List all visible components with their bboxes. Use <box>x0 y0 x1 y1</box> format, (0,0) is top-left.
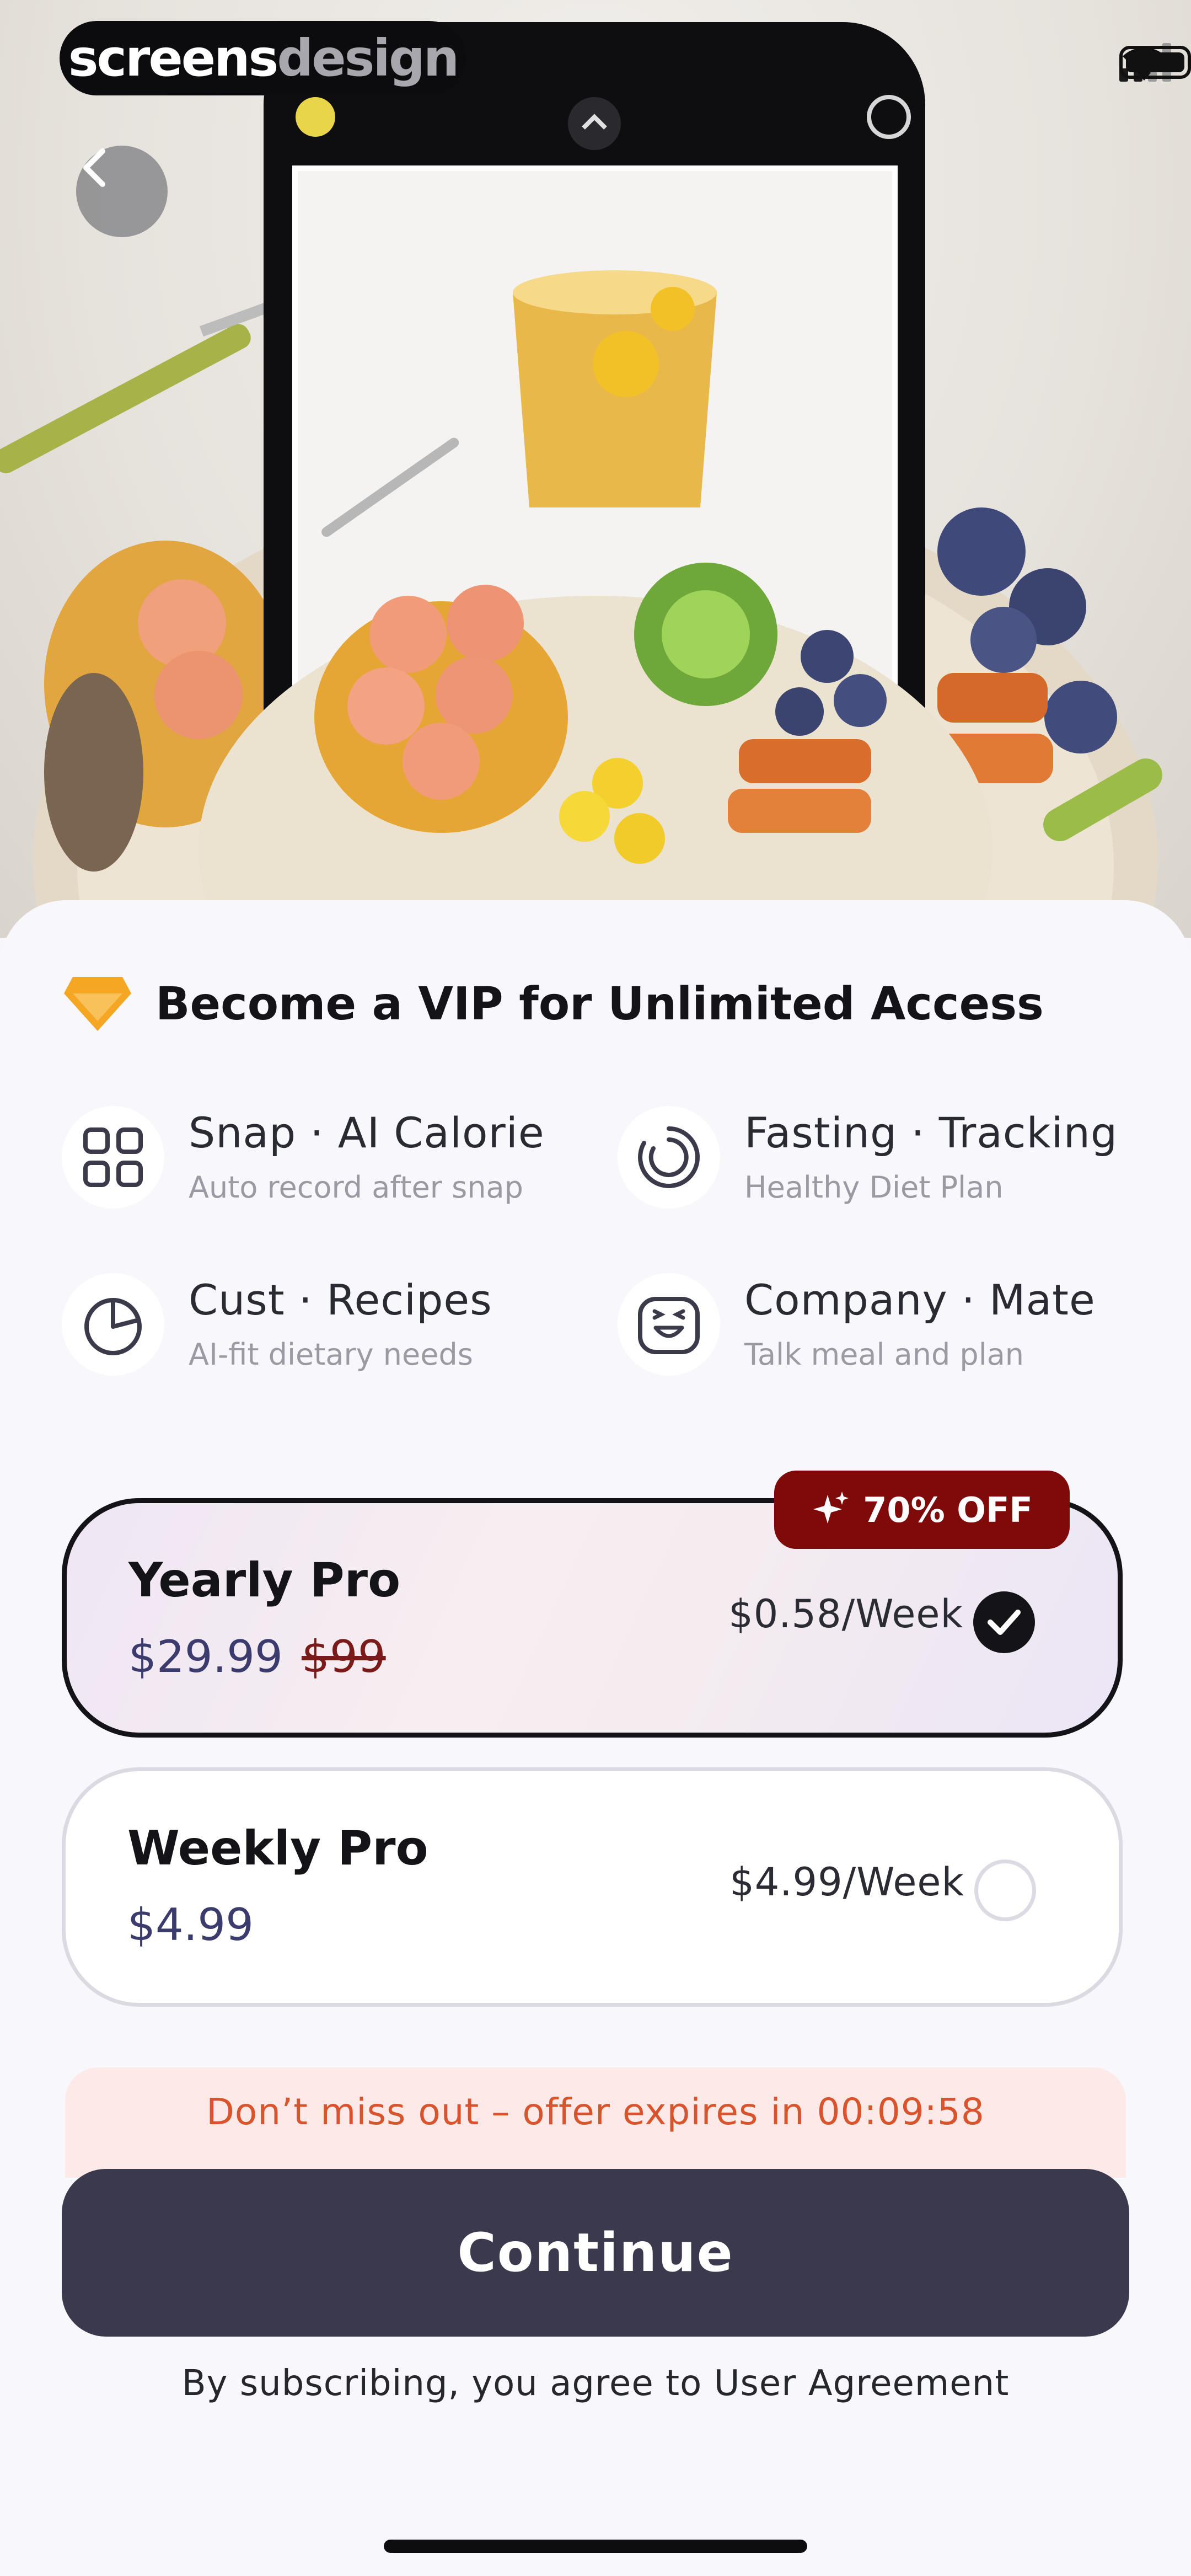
plan-weekly-rate: $4.99/Week <box>729 1859 964 1905</box>
feature-subtitle: Auto record after snap <box>189 1170 523 1205</box>
discount-badge: 70% OFF <box>774 1471 1070 1549</box>
offer-countdown-banner: Don’t miss out – offer expires in 00:09:… <box>65 2067 1126 2178</box>
unselected-radio-icon[interactable] <box>974 1859 1036 1921</box>
plan-name: Weekly Pro <box>127 1821 428 1876</box>
smiley-face-icon <box>618 1273 720 1376</box>
screensdesign-watermark: screens design <box>60 21 466 95</box>
plan-weekly-rate: $0.58/Week <box>728 1591 963 1637</box>
progress-ring-icon <box>618 1106 720 1209</box>
plan-current-price: $29.99 <box>128 1631 283 1682</box>
plan-name: Yearly Pro <box>128 1553 401 1608</box>
back-button[interactable] <box>76 146 168 237</box>
chevron-left-icon <box>83 148 105 187</box>
feature-custom-recipes: Cust · Recipes AI-fit dietary needs <box>62 1273 580 1383</box>
feature-subtitle: Healthy Diet Plan <box>744 1170 1004 1205</box>
plan-price: $29.99 $99 <box>128 1631 386 1682</box>
feature-title: Company · Mate <box>744 1275 1096 1324</box>
food-illustration <box>0 22 1162 938</box>
home-indicator <box>384 2540 807 2553</box>
feature-snap-calorie: Snap · AI Calorie Auto record after snap <box>62 1106 580 1216</box>
feature-company-mate: Company · Mate Talk meal and plan <box>618 1273 1136 1383</box>
plan-weekly-card[interactable]: Weekly Pro $4.99 $4.99/Week <box>62 1767 1123 2007</box>
watermark-text-1: screens <box>68 29 279 88</box>
feature-subtitle: AI-fit dietary needs <box>189 1337 473 1372</box>
badge-text: 70% OFF <box>863 1489 1033 1530</box>
plan-old-price: $99 <box>301 1631 386 1682</box>
vip-header: Become a VIP for Unlimited Access <box>62 968 1044 1040</box>
feature-title: Snap · AI Calorie <box>189 1108 545 1157</box>
plan-price: $4.99 <box>127 1899 254 1950</box>
feature-subtitle: Talk meal and plan <box>744 1337 1024 1372</box>
hero-food-image: screens design <box>0 0 1191 938</box>
scan-grid-icon <box>62 1106 164 1209</box>
battery-icon <box>1119 46 1191 79</box>
feature-title: Cust · Recipes <box>189 1275 492 1324</box>
page-title: Become a VIP for Unlimited Access <box>155 977 1044 1030</box>
watermark-text-2: design <box>277 29 459 88</box>
continue-button[interactable]: Continue <box>62 2169 1129 2337</box>
sparkle-icon <box>813 1492 849 1524</box>
diamond-icon <box>64 977 131 1031</box>
feature-title: Fasting · Tracking <box>744 1108 1118 1157</box>
pie-chart-icon <box>62 1273 164 1376</box>
feature-fasting-tracking: Fasting · Tracking Healthy Diet Plan <box>618 1106 1136 1216</box>
user-agreement-link[interactable]: By subscribing, you agree to User Agreem… <box>0 2363 1191 2404</box>
selected-check-icon[interactable] <box>973 1591 1035 1653</box>
